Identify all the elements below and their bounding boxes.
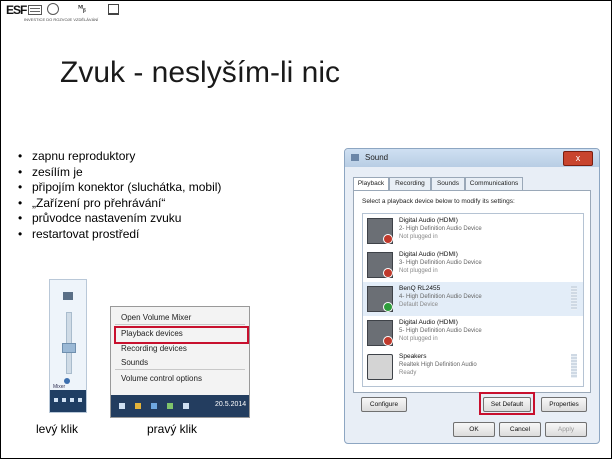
default-check-icon <box>383 302 393 312</box>
bullet-item: zapnu reproduktory <box>18 149 221 165</box>
menu-item-sounds[interactable]: Sounds <box>121 358 148 367</box>
tray-volume-icon[interactable] <box>183 403 189 409</box>
device-desc: 2- High Definition Audio Device <box>399 226 482 232</box>
device-name: Digital Audio (HDMI) <box>399 319 458 326</box>
tray-network-icon[interactable] <box>151 403 157 409</box>
bullet-item: připojím konektor (sluchátka, mobil) <box>18 180 221 196</box>
logo-strip: ESF ᴹᵦ INVESTICE DO ROZVOJE VZDĚLÁVÁNÍ <box>6 3 126 29</box>
bullet-item: zesílím je <box>18 165 221 181</box>
device-desc: 5- High Definition Audio Device <box>399 328 482 334</box>
device-status: Not plugged in <box>399 268 438 274</box>
configure-button[interactable]: Configure <box>361 397 407 412</box>
cancel-button[interactable]: Cancel <box>499 422 541 437</box>
device-row[interactable]: Digital Audio (HDMI) 2- High Definition … <box>363 214 583 248</box>
unplugged-badge-icon <box>383 234 393 244</box>
caption-left-click: levý klik <box>36 422 79 436</box>
unplugged-badge-icon <box>383 268 393 278</box>
device-desc: 3- High Definition Audio Device <box>399 260 482 266</box>
bullet-list: zapnu reproduktory zesílím je připojím k… <box>18 149 221 243</box>
tab-sounds[interactable]: Sounds <box>431 177 465 191</box>
device-status: Ready <box>399 370 417 376</box>
volume-popup: Mixer <box>49 279 87 413</box>
unplugged-badge-icon <box>383 336 393 346</box>
device-row-selected[interactable]: BenQ RL2455 4- High Definition Audio Dev… <box>363 282 583 316</box>
close-button[interactable]: x <box>563 151 593 166</box>
menu-item-volume-control-options[interactable]: Volume control options <box>121 374 202 383</box>
device-name: Speakers <box>399 353 427 360</box>
device-name: BenQ RL2455 <box>399 285 441 292</box>
menu-separator <box>115 324 245 325</box>
volume-slider-thumb[interactable] <box>62 343 76 353</box>
bullet-item: restartovat prostředí <box>18 227 221 243</box>
device-list[interactable]: Digital Audio (HDMI) 2- High Definition … <box>362 213 584 387</box>
eu-flag-icon <box>28 5 42 15</box>
device-row[interactable]: Digital Audio (HDMI) 3- High Definition … <box>363 248 583 282</box>
level-meter <box>571 286 577 310</box>
slide-title: Zvuk - neslyším-li nic <box>60 56 341 89</box>
taskbar-date: 20.5.2014 <box>215 401 247 408</box>
tray-flag-icon[interactable] <box>135 403 141 409</box>
device-name: Digital Audio (HDMI) <box>399 251 458 258</box>
sound-icon <box>351 154 359 161</box>
speaker-icon <box>367 354 393 380</box>
logo-tagline: INVESTICE DO ROZVOJE VZDĚLÁVÁNÍ <box>24 17 99 22</box>
tab-recording[interactable]: Recording <box>389 177 431 191</box>
bullet-item: průvodce nastavením zvuku <box>18 211 221 227</box>
apply-button[interactable]: Apply <box>545 422 587 437</box>
menu-item-open-volume-mixer[interactable]: Open Volume Mixer <box>121 313 191 322</box>
tray-flag-icon[interactable] <box>62 398 66 402</box>
msmt-logo: ᴹᵦ <box>78 3 86 13</box>
instruction-text: Select a playback device below to modify… <box>362 198 515 205</box>
tray-volume-icon[interactable] <box>78 398 82 402</box>
device-row[interactable]: Speakers Realtek High Definition Audio R… <box>363 350 583 384</box>
tray-network-icon[interactable] <box>70 398 74 402</box>
caption-right-click: pravý klik <box>147 422 198 436</box>
bullet-item: „Zařízení pro přehrávání“ <box>18 196 221 212</box>
speaker-icon[interactable] <box>63 292 73 300</box>
device-desc: Realtek High Definition Audio <box>399 362 477 368</box>
sound-dialog: Sound x Playback Recording Sounds Commun… <box>344 148 600 444</box>
taskbar <box>50 390 86 412</box>
tray-arrow-icon[interactable] <box>119 403 125 409</box>
device-status: Not plugged in <box>399 234 438 240</box>
tray-arrow-icon[interactable] <box>54 398 58 402</box>
dialog-titlebar[interactable]: Sound x <box>345 149 599 167</box>
device-desc: 4- High Definition Audio Device <box>399 294 482 300</box>
menu-item-recording-devices[interactable]: Recording devices <box>121 344 187 353</box>
device-status: Not plugged in <box>399 336 438 342</box>
dialog-title: Sound <box>365 153 389 162</box>
highlight-box <box>114 326 249 344</box>
highlight-box <box>479 392 535 415</box>
menu-separator <box>115 369 245 370</box>
ring-logo-icon <box>47 3 59 15</box>
tab-communications[interactable]: Communications <box>465 177 523 191</box>
context-menu: Open Volume Mixer Playback devices Recor… <box>110 306 250 418</box>
esf-logo: ESF <box>6 3 27 17</box>
box-logo-icon <box>108 4 119 15</box>
device-status: Default Device <box>399 302 439 308</box>
ok-button[interactable]: OK <box>453 422 495 437</box>
device-row[interactable]: Digital Audio (HDMI) 5- High Definition … <box>363 316 583 350</box>
playback-panel: Select a playback device below to modify… <box>353 190 591 393</box>
device-name: Digital Audio (HDMI) <box>399 217 458 224</box>
level-meter <box>571 354 577 378</box>
properties-button[interactable]: Properties <box>541 397 587 412</box>
tray-green-icon[interactable] <box>167 403 173 409</box>
taskbar: 20.5.2014 <box>111 395 249 417</box>
